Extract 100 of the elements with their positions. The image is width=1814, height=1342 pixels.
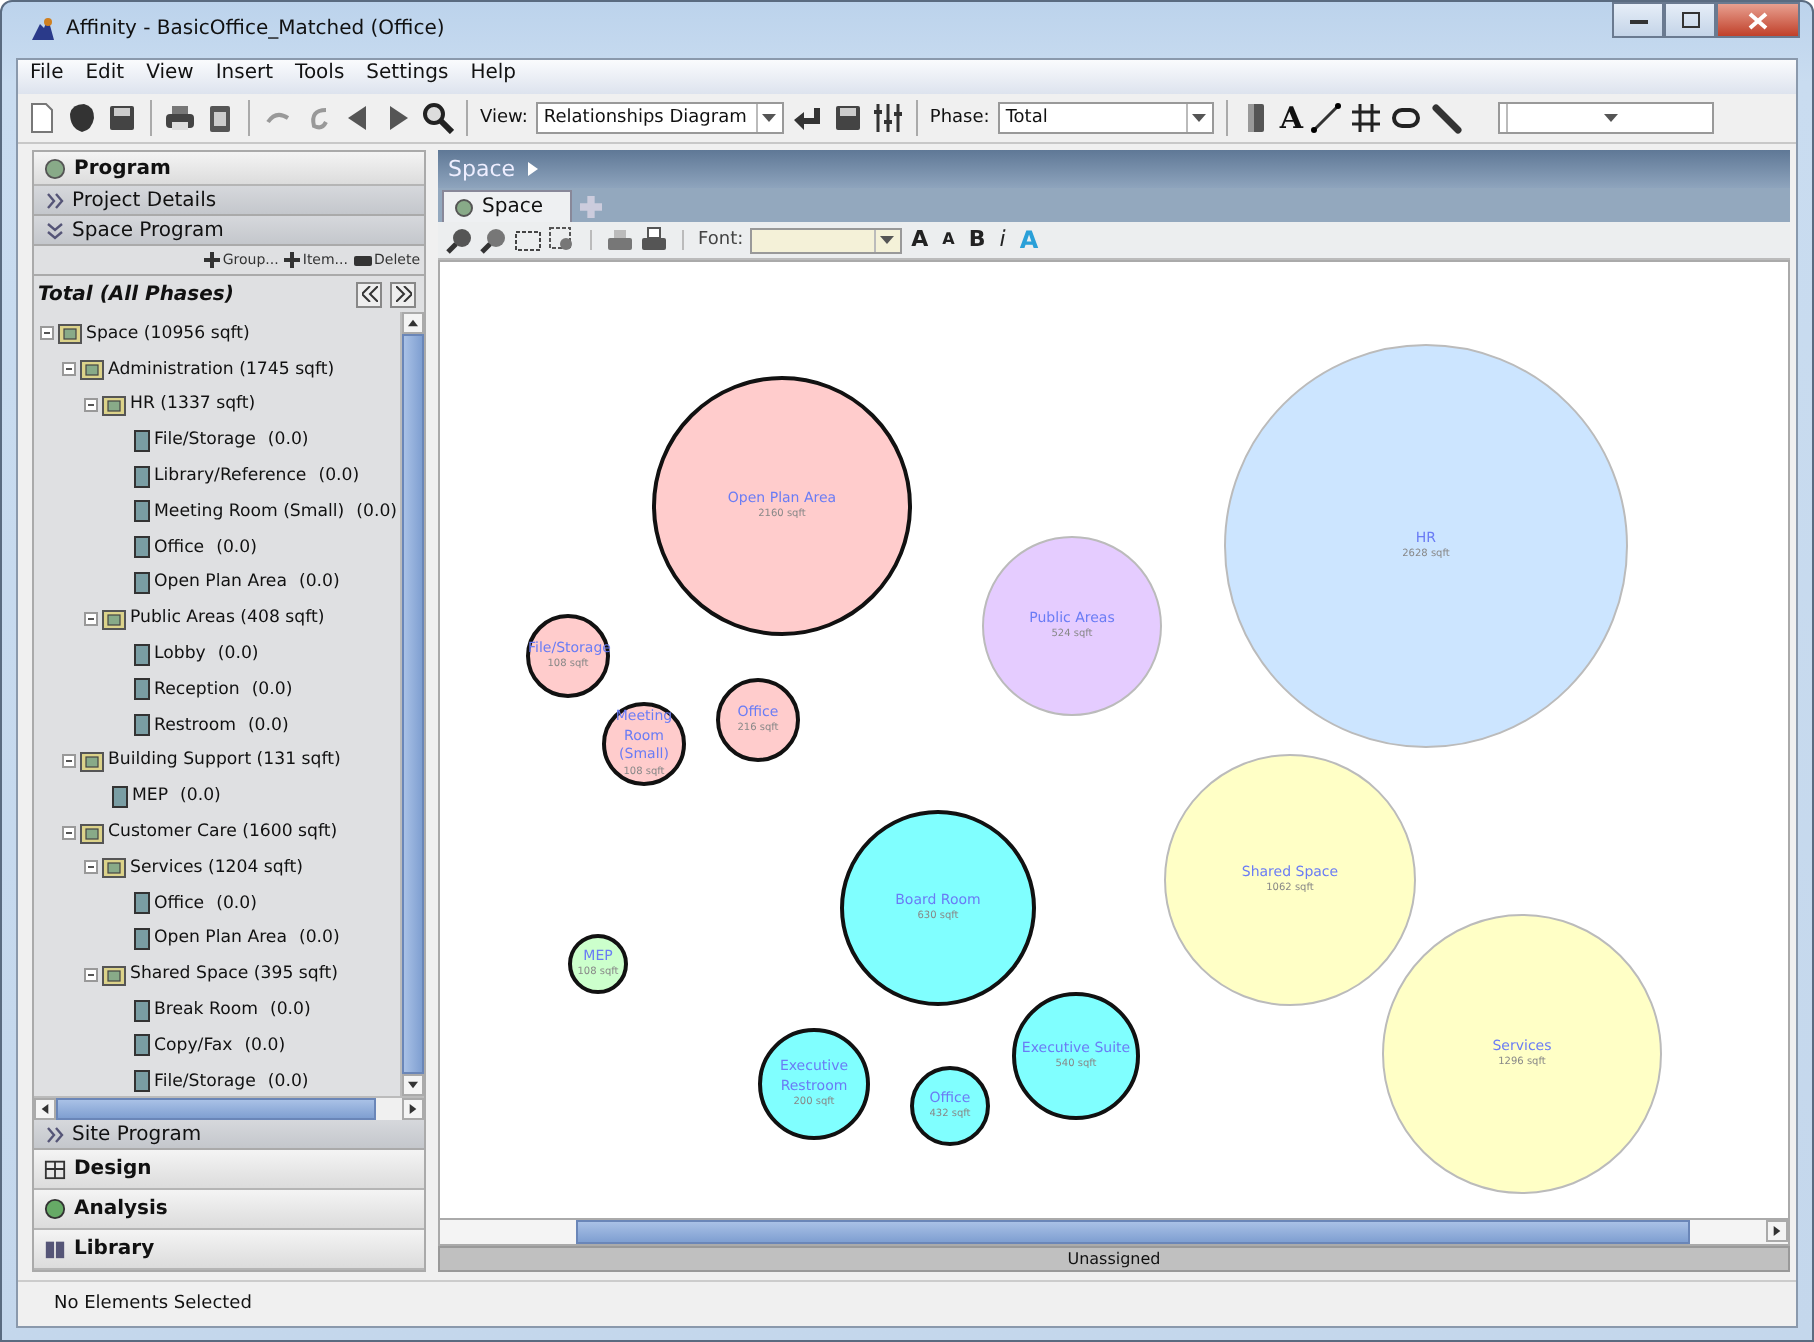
horizontal-scrollbar[interactable]	[34, 1096, 424, 1120]
select-icon[interactable]	[548, 226, 576, 254]
tree-item[interactable]: HR (1337 sqft)	[130, 394, 256, 415]
collapse-icon[interactable]	[84, 611, 98, 626]
filter-title: Total (All Phases)	[38, 283, 236, 305]
tree-item[interactable]: Customer Care (1600 sqft)	[108, 822, 338, 843]
tree-item[interactable]: Open Plan Area	[154, 928, 287, 949]
tree-item[interactable]: Library/Reference	[154, 466, 307, 487]
tree-item[interactable]: Reception	[154, 679, 240, 700]
tree-item[interactable]: Meeting Room (Small)	[154, 501, 345, 522]
save-icon[interactable]	[106, 102, 138, 134]
tree-item[interactable]: File/Storage	[154, 430, 256, 451]
menu-item[interactable]: Tools	[295, 62, 345, 92]
tree-item[interactable]: Break Room	[154, 1000, 258, 1021]
tree-item[interactable]: Office	[154, 537, 205, 558]
space-icon	[134, 714, 150, 737]
new-file-icon[interactable]	[26, 102, 58, 134]
tree-item[interactable]: Open Plan Area	[154, 572, 287, 593]
menu-item[interactable]: Edit	[85, 62, 125, 92]
zoom-in-icon[interactable]	[446, 226, 474, 254]
tree-item[interactable]: MEP	[132, 786, 169, 807]
section-header[interactable]: Project Details	[34, 186, 424, 216]
folder-icon	[80, 821, 104, 844]
section-header[interactable]: Site Program	[34, 1120, 424, 1150]
panel-title[interactable]: Analysis	[74, 1198, 168, 1220]
text-tool[interactable]: A	[1279, 102, 1303, 134]
tree-item[interactable]: Copy/Fax	[154, 1035, 233, 1056]
minimize-icon	[1629, 17, 1647, 23]
zoom-out-icon[interactable]	[480, 226, 508, 254]
close-button[interactable]	[1716, 2, 1800, 38]
phase-dropdown[interactable]: Total	[997, 102, 1214, 134]
space-icon	[134, 1034, 150, 1057]
tree-item[interactable]: Lobby	[154, 644, 206, 665]
tree-item[interactable]: Services (1204 sqft)	[130, 857, 303, 878]
view-dropdown[interactable]: Relationships Diagram	[535, 102, 784, 134]
tree-item-value: (0.0)	[251, 679, 293, 700]
minimize-button[interactable]	[1612, 2, 1664, 38]
scroll-left-icon[interactable]	[40, 1104, 50, 1114]
tree-item[interactable]: Shared Space (395 sqft)	[130, 964, 338, 985]
collapse-icon[interactable]	[84, 967, 98, 982]
tree-item[interactable]: File/Storage	[154, 1071, 256, 1092]
space-icon	[134, 429, 150, 452]
save-icon[interactable]	[831, 102, 864, 134]
print-icon[interactable]	[164, 102, 196, 134]
print-preview-icon[interactable]	[640, 226, 668, 254]
collapse-icon[interactable]	[62, 362, 76, 377]
space-icon	[134, 500, 150, 523]
collapse-icon[interactable]	[84, 860, 98, 875]
tree-item-value: (0.0)	[267, 430, 309, 451]
scroll-right-icon[interactable]	[408, 1104, 418, 1114]
dropdown[interactable]	[1498, 102, 1715, 134]
scroll-right-icon[interactable]	[1772, 1226, 1782, 1236]
tree-item[interactable]: Restroom	[154, 715, 236, 736]
italic-text-button[interactable]: i	[995, 228, 1010, 252]
line-icon[interactable]	[1310, 102, 1343, 134]
tree-item-value: (0.0)	[247, 715, 289, 736]
panel-title[interactable]: Design	[74, 1158, 152, 1180]
grow-text-button[interactable]: A	[907, 228, 933, 252]
print-icon[interactable]	[606, 226, 634, 254]
scroll-up-icon[interactable]	[408, 318, 418, 328]
scroll-down-icon[interactable]	[408, 1080, 418, 1090]
menu-item[interactable]: Help	[470, 62, 516, 92]
tree-item[interactable]: Building Support (131 sqft)	[108, 750, 341, 771]
menu-item[interactable]: View	[146, 62, 194, 92]
sliders-icon[interactable]	[871, 102, 904, 134]
tree-item[interactable]: Space (10956 sqft)	[86, 323, 250, 344]
maximize-button[interactable]	[1664, 2, 1716, 38]
menu-item[interactable]: File	[30, 62, 64, 92]
section-title: Space Program	[72, 219, 224, 241]
collapse-icon[interactable]	[62, 825, 76, 840]
next-button[interactable]	[390, 281, 416, 307]
shrink-text-button[interactable]: A	[938, 228, 959, 252]
app-icon	[30, 15, 56, 41]
grid-icon[interactable]	[1350, 102, 1383, 134]
space-icon	[112, 785, 128, 808]
tree-item[interactable]: Public Areas (408 sqft)	[130, 608, 325, 629]
tab[interactable]: Space	[442, 190, 573, 222]
collapse-icon[interactable]	[84, 397, 98, 412]
search-icon[interactable]	[422, 102, 454, 134]
tree-item[interactable]: Office	[154, 893, 205, 914]
unassigned-label: Unassigned	[1067, 1250, 1161, 1268]
menu-item[interactable]: Insert	[215, 62, 274, 92]
fit-icon[interactable]	[514, 226, 542, 254]
vertical-scrollbar[interactable]	[400, 312, 424, 1096]
menu-item[interactable]: Settings	[366, 62, 449, 92]
space-icon	[134, 678, 150, 701]
panel-title: Program	[74, 157, 171, 179]
folder-icon	[80, 749, 104, 772]
collapse-icon[interactable]	[40, 326, 54, 341]
rounded-rectangle-icon[interactable]	[1390, 102, 1423, 134]
previous-button[interactable]	[356, 281, 382, 307]
section-title: Site Program	[72, 1123, 202, 1145]
dropdown-arrow-icon	[880, 236, 895, 244]
collapse-icon[interactable]	[62, 753, 76, 768]
font-label: Font:	[698, 230, 744, 250]
tree-item[interactable]: Administration (1745 sqft)	[108, 359, 335, 380]
bold-text-button[interactable]: B	[964, 228, 990, 252]
section-header[interactable]: Space Program	[34, 216, 424, 246]
horizontal-scrollbar[interactable]	[438, 1220, 1790, 1246]
panel-title[interactable]: Library	[74, 1238, 155, 1260]
